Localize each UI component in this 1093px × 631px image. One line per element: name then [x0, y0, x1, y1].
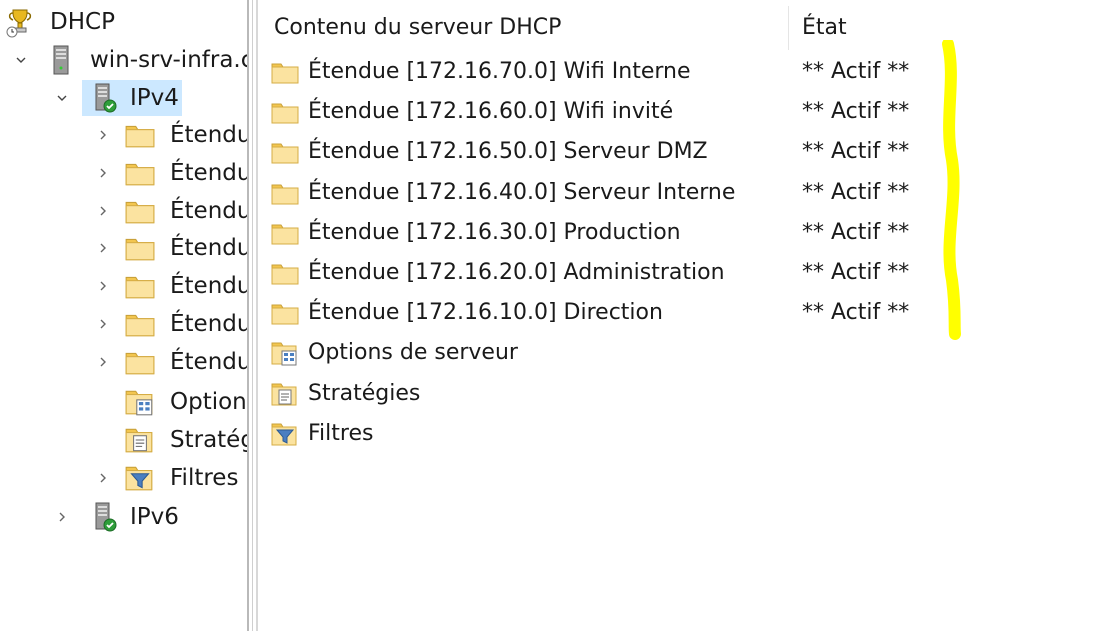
tree-node-ipv4-child[interactable]: Stratég [124, 422, 247, 458]
list-item-name: Étendue [172.16.50.0] Serveur DMZ [308, 139, 708, 165]
list-item-name: Étendue [172.16.30.0] Production [308, 219, 681, 245]
tree-node-ipv4-child[interactable]: Étendu [124, 117, 247, 153]
tree-label-ipv4: IPv4 [130, 85, 179, 111]
tree-node-ipv4-child[interactable]: Étendu [124, 268, 247, 304]
tree-node-ipv4-child[interactable]: Étendu [124, 344, 247, 380]
folder-icon [124, 157, 156, 189]
chevron-right-icon[interactable] [96, 204, 110, 218]
server-options-icon [270, 338, 300, 368]
list-item[interactable]: Filtres [258, 415, 1093, 453]
folder-icon [270, 258, 300, 288]
tree-node-ipv4[interactable]: IPv4 [82, 80, 182, 116]
dhcp-icon [4, 6, 36, 38]
tree-child-label: Stratég [170, 427, 247, 453]
folder-icon [124, 119, 156, 151]
folder-icon [270, 137, 300, 167]
tree-node-server[interactable]: win-srv-infra.c [48, 42, 247, 78]
tree-node-ipv4-child[interactable]: Étendu [124, 155, 247, 191]
list-item-name: Stratégies [308, 380, 421, 406]
list-item-name: Étendue [172.16.60.0] Wifi invité [308, 99, 674, 125]
console-tree: DHCP win-srv-infra.c IPv4 Étendu Étendu … [0, 0, 247, 631]
ipv4-icon [90, 82, 120, 114]
column-header-content[interactable]: Contenu du serveur DHCP [274, 10, 561, 46]
tree-node-ipv4-child[interactable]: Étendu [124, 230, 247, 266]
tree-child-label: Option [170, 389, 247, 415]
list-item-state: ** Actif ** [802, 219, 910, 245]
tree-child-label: Étendu [170, 198, 247, 224]
server-icon [48, 44, 76, 76]
ipv6-icon [90, 501, 120, 533]
list-item-state: ** Actif ** [802, 300, 910, 326]
filter-icon [124, 462, 156, 494]
chevron-down-icon[interactable] [55, 91, 69, 105]
tree-label-dhcp: DHCP [50, 9, 115, 35]
list-item-name: Étendue [172.16.70.0] Wifi Interne [308, 59, 691, 84]
tree-child-label: Étendu [170, 235, 247, 261]
list-item-name: Filtres [308, 420, 374, 446]
folder-icon [270, 57, 300, 87]
column-header-state[interactable]: État [802, 10, 847, 46]
chevron-right-icon[interactable] [96, 128, 110, 142]
chevron-right-icon[interactable] [96, 355, 110, 369]
list-item-state: ** Actif ** [802, 99, 910, 125]
pane-splitter[interactable] [247, 0, 249, 631]
tree-label-server: win-srv-infra.c [90, 47, 247, 73]
list-item-name: Étendue [172.16.40.0] Serveur Interne [308, 179, 736, 205]
tree-node-ipv4-child[interactable]: Filtres [124, 460, 238, 496]
yellow-highlight-mark [942, 40, 961, 340]
tree-node-ipv4-child[interactable]: Option [124, 384, 247, 420]
tree-node-dhcp[interactable]: DHCP [4, 4, 115, 40]
tree-child-label: Étendu [170, 273, 247, 299]
chevron-down-icon[interactable] [14, 53, 28, 67]
list-item[interactable]: Stratégies [258, 375, 1093, 413]
list-item-state: ** Actif ** [802, 139, 910, 165]
tree-child-label: Étendu [170, 349, 247, 375]
filter-icon [270, 419, 300, 449]
tree-child-label: Étendu [170, 122, 247, 148]
tree-node-ipv4-child[interactable]: Étendu [124, 193, 247, 229]
tree-child-label: Étendu [170, 160, 247, 186]
tree-label-ipv6: IPv6 [130, 504, 179, 530]
chevron-right-icon[interactable] [96, 279, 110, 293]
chevron-right-icon[interactable] [96, 241, 110, 255]
folder-icon [270, 178, 300, 208]
folder-icon [270, 97, 300, 127]
column-separator[interactable] [788, 6, 789, 50]
chevron-right-icon[interactable] [55, 510, 69, 524]
policies-icon [270, 379, 300, 409]
list-item-state: ** Actif ** [802, 179, 910, 205]
folder-icon [124, 270, 156, 302]
policies-icon [124, 424, 156, 456]
folder-icon [270, 298, 300, 328]
list-item[interactable]: Options de serveur [258, 334, 1093, 372]
server-options-icon [124, 386, 156, 418]
tree-child-label: Étendu [170, 311, 247, 337]
folder-icon [124, 232, 156, 264]
list-item-state: ** Actif ** [802, 260, 910, 285]
folder-icon [124, 308, 156, 340]
list-item-state: ** Actif ** [802, 59, 910, 84]
chevron-right-icon[interactable] [96, 166, 110, 180]
list-item-name: Étendue [172.16.20.0] Administration [308, 260, 725, 285]
folder-icon [124, 195, 156, 227]
pane-border [252, 0, 253, 631]
chevron-right-icon[interactable] [96, 471, 110, 485]
tree-child-label: Filtres [170, 465, 239, 491]
list-item-name: Options de serveur [308, 340, 518, 366]
chevron-right-icon[interactable] [96, 317, 110, 331]
list-item-name: Étendue [172.16.10.0] Direction [308, 300, 663, 326]
folder-icon [124, 346, 156, 378]
folder-icon [270, 218, 300, 248]
tree-node-ipv4-child[interactable]: Étendu [124, 306, 247, 342]
tree-node-ipv6[interactable]: IPv6 [90, 499, 179, 535]
